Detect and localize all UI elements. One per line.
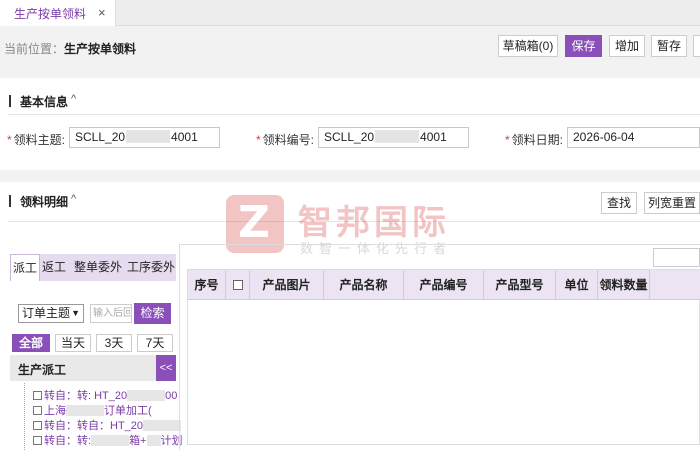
side-tabs: 派工 返工 整单委外 工序委外 <box>10 254 176 281</box>
col-quantity: 领料数量 <box>598 270 650 300</box>
section-marker <box>9 195 11 207</box>
draft-box-button[interactable]: 草稿箱(0) <box>498 35 558 57</box>
checkbox[interactable] <box>33 391 42 400</box>
chevron-up-icon[interactable]: ^ <box>71 193 76 205</box>
add-button[interactable]: 增加 <box>609 35 645 57</box>
tree-item[interactable]: 上海 订单加工( <box>33 402 152 417</box>
detail-title: 领料明细 <box>20 195 69 209</box>
checkbox[interactable] <box>232 280 243 290</box>
date-filter-all[interactable]: 全部 <box>12 334 50 352</box>
keyword-input[interactable]: 输入后回 <box>90 304 132 323</box>
tree-header: 生产派工 << <box>10 355 176 381</box>
location-bar: 当前位置： 生产按单领料 草稿箱(0) 保存 增加 暂存 <box>0 26 700 78</box>
save-button[interactable]: 保存 <box>565 35 602 57</box>
requisition-subject-label: * 领料主题: <box>7 133 66 147</box>
tree-item[interactable]: 转自：转: HT_20 00 <box>33 387 177 402</box>
col-product-image: 产品图片 <box>250 270 324 300</box>
tab-whole-outsource[interactable]: 整单委外 <box>70 254 126 281</box>
reset-column-width-button[interactable]: 列宽重置 <box>644 192 700 214</box>
close-icon[interactable]: × <box>98 5 106 20</box>
find-button[interactable]: 查找 <box>601 192 637 214</box>
basic-info-title: 基本信息 <box>20 95 69 109</box>
col-select-all[interactable] <box>226 270 250 300</box>
tab-process-outsource[interactable]: 工序委外 <box>126 254 176 281</box>
section-gap <box>0 170 700 182</box>
chevron-down-icon: ▼ <box>71 308 80 318</box>
location-prefix: 当前位置： <box>4 42 65 56</box>
page-title: 生产按单领料 <box>64 42 137 56</box>
tree-item[interactable]: 转自：转: 箱+ 计划 <box>33 432 183 447</box>
temp-save-button[interactable]: 暂存 <box>651 35 687 57</box>
date-filter-today[interactable]: 当天 <box>55 334 91 352</box>
search-button[interactable]: 检索 <box>134 303 171 324</box>
checkbox[interactable] <box>33 406 42 415</box>
more-button[interactable] <box>693 35 700 57</box>
tab-bar: 生产按单领料 × <box>0 0 700 26</box>
col-unit: 单位 <box>556 270 598 300</box>
grid-header: 序号 产品图片 产品名称 产品编号 产品型号 单位 领料数量 <box>188 270 700 300</box>
date-filter-7days[interactable]: 7天 <box>137 334 173 352</box>
tree-item[interactable]: 转自：转自：HT_20 <box>33 417 182 432</box>
tree-title: 生产派工 <box>18 363 67 377</box>
requisition-date-input[interactable]: 2026-06-04 <box>567 127 700 148</box>
chevron-up-icon[interactable]: ^ <box>71 93 76 105</box>
watermark-title: 智邦国际 <box>298 203 450 243</box>
col-seq: 序号 <box>188 270 226 300</box>
collapse-panel-button[interactable]: << <box>156 355 176 381</box>
filter-select[interactable]: 订单主题 ▼ <box>18 304 84 323</box>
tab-label[interactable]: 生产按单领料 <box>14 5 86 22</box>
requisition-date-label: * 领料日期: <box>505 133 564 147</box>
section-marker <box>9 95 11 107</box>
divider <box>8 114 700 115</box>
detail-grid: 序号 产品图片 产品名称 产品编号 产品型号 单位 领料数量 <box>187 269 700 445</box>
tab-rework[interactable]: 返工 <box>40 254 68 281</box>
col-product-code: 产品编号 <box>404 270 484 300</box>
dispatch-tree: 转自：转: HT_20 00 上海 订单加工( 转自：转自：HT_20 转自：转: 箱… <box>24 383 190 450</box>
col-product-name: 产品名称 <box>324 270 404 300</box>
basic-info-header[interactable]: 基本信息 ^ <box>0 90 700 114</box>
checkbox[interactable] <box>33 436 42 445</box>
col-product-model: 产品型号 <box>484 270 556 300</box>
requisition-number-label: * 领料编号: <box>256 133 315 147</box>
date-filter-3days[interactable]: 3天 <box>96 334 132 352</box>
grid-search-input[interactable] <box>653 248 700 267</box>
tab-dispatch[interactable]: 派工 <box>10 254 40 281</box>
requisition-subject-input[interactable]: SCLL_20 4001 <box>69 127 220 148</box>
checkbox[interactable] <box>33 421 42 430</box>
tab-production-requisition[interactable]: 生产按单领料 × <box>0 0 116 26</box>
requisition-number-input[interactable]: SCLL_20 4001 <box>318 127 469 148</box>
